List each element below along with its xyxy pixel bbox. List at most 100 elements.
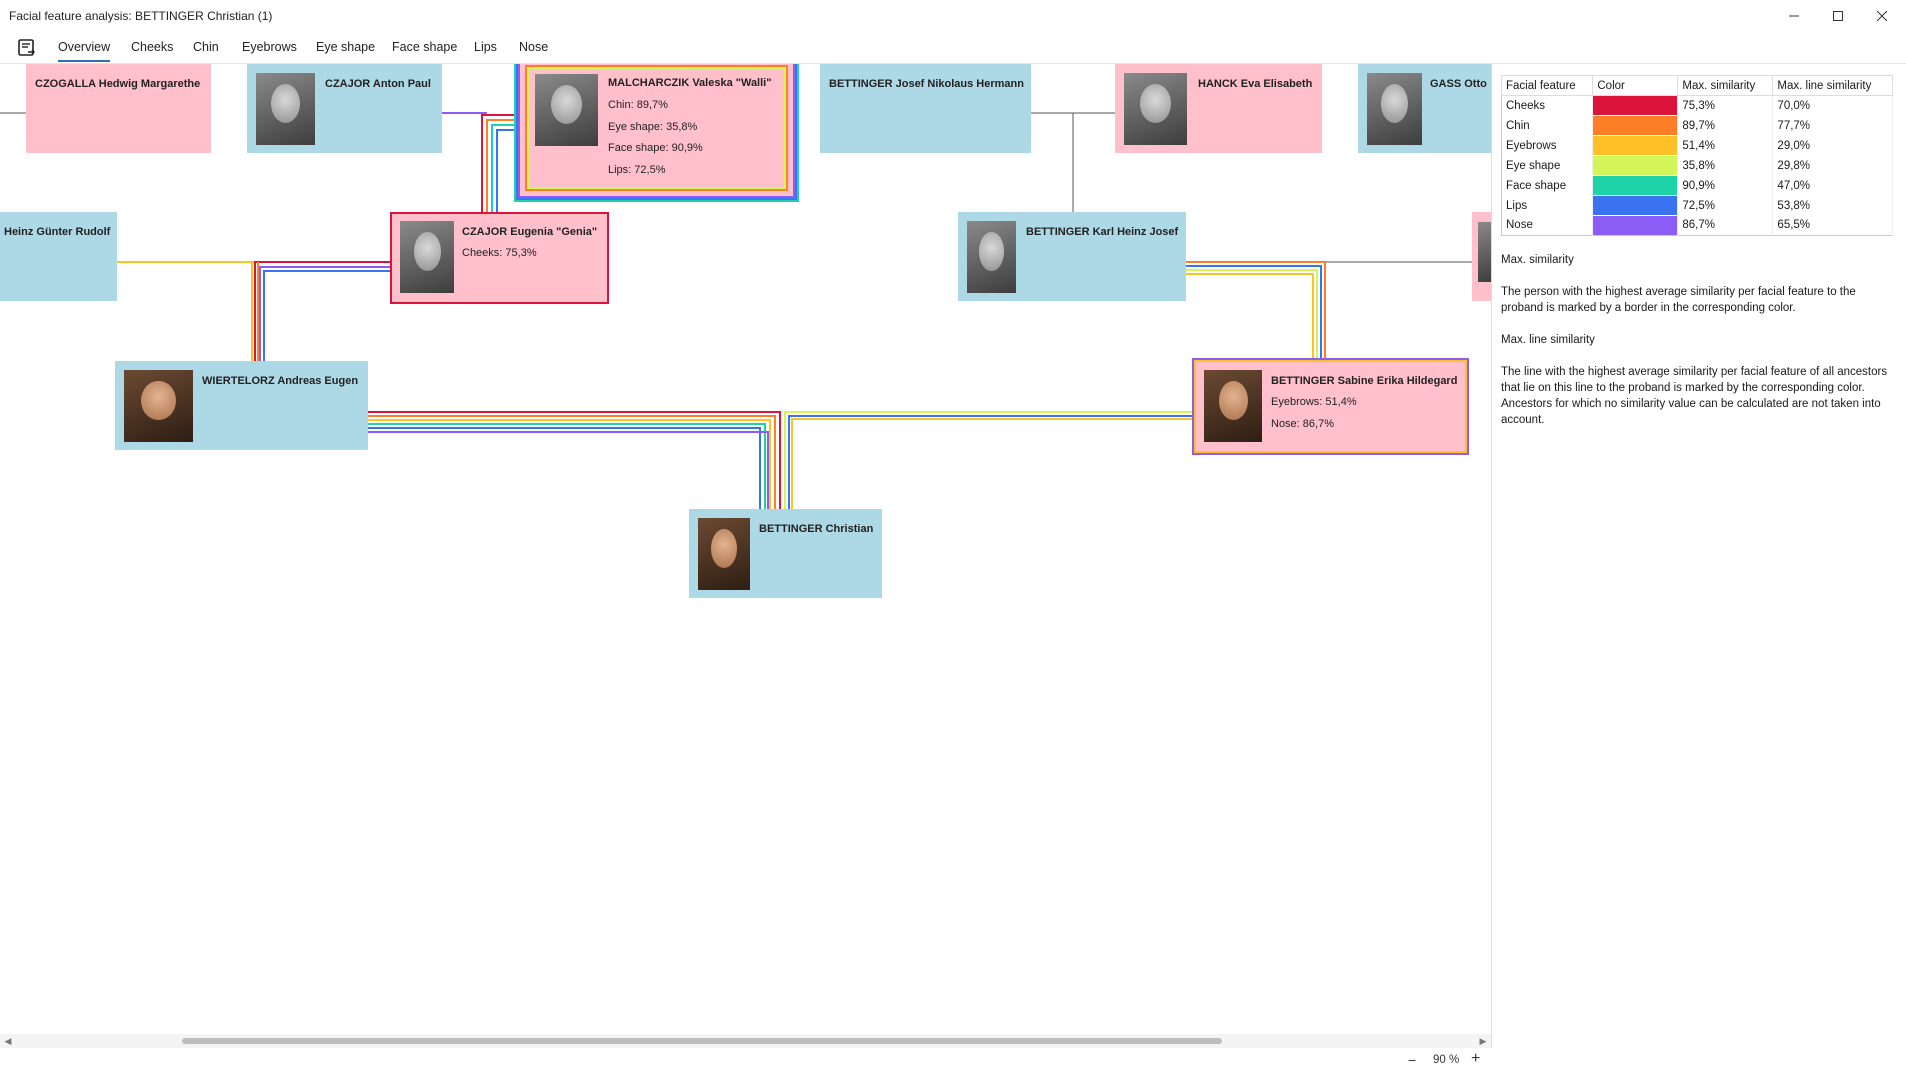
table-row: Face shape 90,9% 47,0% bbox=[1501, 175, 1893, 196]
person-card-bettinger-karl[interactable]: BETTINGER Karl Heinz Josef bbox=[958, 212, 1186, 301]
person-card-bettinger-josef[interactable]: BETTINGER Josef Nikolaus Hermann bbox=[820, 64, 1031, 153]
column-header-max-similarity: Max. similarity bbox=[1677, 75, 1774, 96]
person-name: BETTINGER Josef Nikolaus Hermann bbox=[829, 78, 1024, 90]
color-swatch bbox=[1592, 155, 1679, 176]
max-similarity-value: 35,8% bbox=[1677, 155, 1774, 176]
tab-overview[interactable]: Overview bbox=[58, 40, 111, 62]
person-name: CZAJOR Eugenia "Genia" bbox=[462, 226, 598, 238]
person-photo bbox=[1204, 370, 1262, 442]
person-photo bbox=[256, 73, 315, 145]
person-photo bbox=[1367, 73, 1422, 145]
person-name: GASS Otto bbox=[1430, 78, 1487, 90]
person-name: BETTINGER Christian bbox=[759, 523, 874, 535]
legend-table: Facial feature Color Max. similarity Max… bbox=[1500, 75, 1893, 236]
scrollbar-thumb[interactable] bbox=[182, 1038, 1222, 1044]
similarity-cheeks: Cheeks: 75,3% bbox=[462, 247, 537, 259]
person-card-gass[interactable]: GASS Otto bbox=[1358, 64, 1491, 153]
similarity-nose: Nose: 86,7% bbox=[1271, 418, 1334, 430]
tree-canvas[interactable]: CZOGALLA Hedwig Margarethe CZAJOR Anton … bbox=[0, 64, 1491, 1034]
horizontal-scrollbar[interactable]: ◀ ▶ bbox=[0, 1034, 1491, 1048]
feature-name: Chin bbox=[1501, 115, 1594, 136]
max-line-similarity-value: 29,0% bbox=[1772, 135, 1893, 156]
tab-eye-shape[interactable]: Eye shape bbox=[316, 40, 375, 60]
scroll-right-icon[interactable]: ▶ bbox=[1477, 1034, 1489, 1048]
max-line-similarity-value: 53,8% bbox=[1772, 195, 1893, 216]
max-line-similarity-heading: Max. line similarity bbox=[1501, 334, 1595, 346]
max-similarity-value: 90,9% bbox=[1677, 175, 1774, 196]
legend-panel: Facial feature Color Max. similarity Max… bbox=[1492, 64, 1906, 1048]
status-bar: − 90 % + bbox=[0, 1048, 1906, 1073]
color-swatch bbox=[1592, 135, 1679, 156]
person-card-czogalla[interactable]: CZOGALLA Hedwig Margarethe bbox=[26, 64, 211, 153]
similarity-face-shape: Face shape: 90,9% bbox=[608, 142, 703, 154]
person-card-hanck[interactable]: HANCK Eva Elisabeth bbox=[1115, 64, 1322, 153]
minimize-icon bbox=[1789, 15, 1799, 17]
person-name: BETTINGER Karl Heinz Josef bbox=[1026, 226, 1179, 238]
feature-name: Lips bbox=[1501, 195, 1594, 216]
maximize-button[interactable] bbox=[1816, 0, 1860, 32]
max-similarity-value: 75,3% bbox=[1677, 95, 1774, 116]
feature-name: Eye shape bbox=[1501, 155, 1594, 176]
person-card-heinz[interactable]: Heinz Günter Rudolf bbox=[0, 212, 117, 301]
title-bar: Facial feature analysis: BETTINGER Chris… bbox=[0, 0, 1906, 32]
tab-bar: Overview Cheeks Chin Eyebrows Eye shape … bbox=[0, 32, 1906, 64]
table-row: Nose 86,7% 65,5% bbox=[1501, 215, 1893, 236]
person-photo bbox=[124, 370, 193, 442]
max-line-similarity-value: 77,7% bbox=[1772, 115, 1893, 136]
feature-name: Nose bbox=[1501, 215, 1594, 236]
person-name: CZAJOR Anton Paul bbox=[325, 78, 431, 90]
person-card-bettinger-christian[interactable]: BETTINGER Christian bbox=[689, 509, 882, 598]
table-row: Eye shape 35,8% 29,8% bbox=[1501, 155, 1893, 176]
person-card-czajor-eugenia[interactable]: CZAJOR Eugenia "Genia" Cheeks: 75,3% bbox=[390, 212, 609, 304]
person-photo bbox=[967, 221, 1016, 293]
person-card-bettinger-sabine[interactable]: BETTINGER Sabine Erika Hildegard Eyebrow… bbox=[1192, 358, 1469, 455]
tab-chin[interactable]: Chin bbox=[193, 40, 219, 60]
max-similarity-value: 51,4% bbox=[1677, 135, 1774, 156]
feature-name: Eyebrows bbox=[1501, 135, 1594, 156]
max-similarity-value: 86,7% bbox=[1677, 215, 1774, 236]
max-line-similarity-value: 29,8% bbox=[1772, 155, 1893, 176]
minimize-button[interactable] bbox=[1772, 0, 1816, 32]
person-name: Heinz Günter Rudolf bbox=[4, 226, 111, 238]
person-name: BETTINGER Sabine Erika Hildegard bbox=[1271, 375, 1458, 387]
similarity-chin: Chin: 89,7% bbox=[608, 99, 668, 111]
max-similarity-description: The person with the highest average simi… bbox=[1501, 286, 1856, 314]
person-photo bbox=[698, 518, 750, 590]
max-similarity-value: 72,5% bbox=[1677, 195, 1774, 216]
scroll-left-icon[interactable]: ◀ bbox=[2, 1034, 14, 1048]
max-line-similarity-value: 70,0% bbox=[1772, 95, 1893, 116]
tab-face-shape[interactable]: Face shape bbox=[392, 40, 457, 60]
zoom-in-button[interactable]: + bbox=[1471, 1050, 1480, 1068]
person-card-wiertelorz[interactable]: WIERTELORZ Andreas Eugen bbox=[115, 361, 368, 450]
similarity-eyebrows: Eyebrows: 51,4% bbox=[1271, 396, 1357, 408]
table-row: Cheeks 75,3% 70,0% bbox=[1501, 95, 1893, 116]
person-name: MALCHARCZIK Valeska "Walli" bbox=[608, 77, 772, 89]
table-row: Eyebrows 51,4% 29,0% bbox=[1501, 135, 1893, 156]
color-swatch bbox=[1592, 115, 1679, 136]
person-name: HANCK Eva Elisabeth bbox=[1198, 78, 1313, 90]
export-icon[interactable] bbox=[16, 37, 38, 59]
column-header-color: Color bbox=[1592, 75, 1679, 96]
color-swatch bbox=[1592, 195, 1679, 216]
tab-cheeks[interactable]: Cheeks bbox=[131, 40, 173, 60]
zoom-out-button[interactable]: − bbox=[1408, 1052, 1416, 1068]
window-title: Facial feature analysis: BETTINGER Chris… bbox=[9, 9, 273, 23]
person-photo bbox=[535, 74, 598, 146]
max-similarity-heading: Max. similarity bbox=[1501, 254, 1574, 266]
tab-eyebrows[interactable]: Eyebrows bbox=[242, 40, 297, 60]
tab-nose[interactable]: Nose bbox=[519, 40, 548, 60]
table-row: Lips 72,5% 53,8% bbox=[1501, 195, 1893, 216]
close-button[interactable] bbox=[1860, 0, 1904, 32]
column-header-feature: Facial feature bbox=[1500, 75, 1594, 96]
feature-name: Cheeks bbox=[1501, 95, 1594, 116]
person-card-malcharczik[interactable]: MALCHARCZIK Valeska "Walli" Chin: 89,7% … bbox=[520, 64, 793, 196]
person-card-czajor-anton[interactable]: CZAJOR Anton Paul bbox=[247, 64, 442, 153]
person-name: CZOGALLA Hedwig Margarethe bbox=[35, 78, 201, 90]
max-similarity-value: 89,7% bbox=[1677, 115, 1774, 136]
similarity-lips: Lips: 72,5% bbox=[608, 164, 666, 176]
person-card-partial[interactable] bbox=[1472, 212, 1491, 301]
column-header-max-line-similarity: Max. line similarity bbox=[1772, 75, 1893, 96]
person-photo bbox=[400, 221, 454, 293]
color-swatch bbox=[1592, 215, 1679, 236]
tab-lips[interactable]: Lips bbox=[474, 40, 497, 60]
